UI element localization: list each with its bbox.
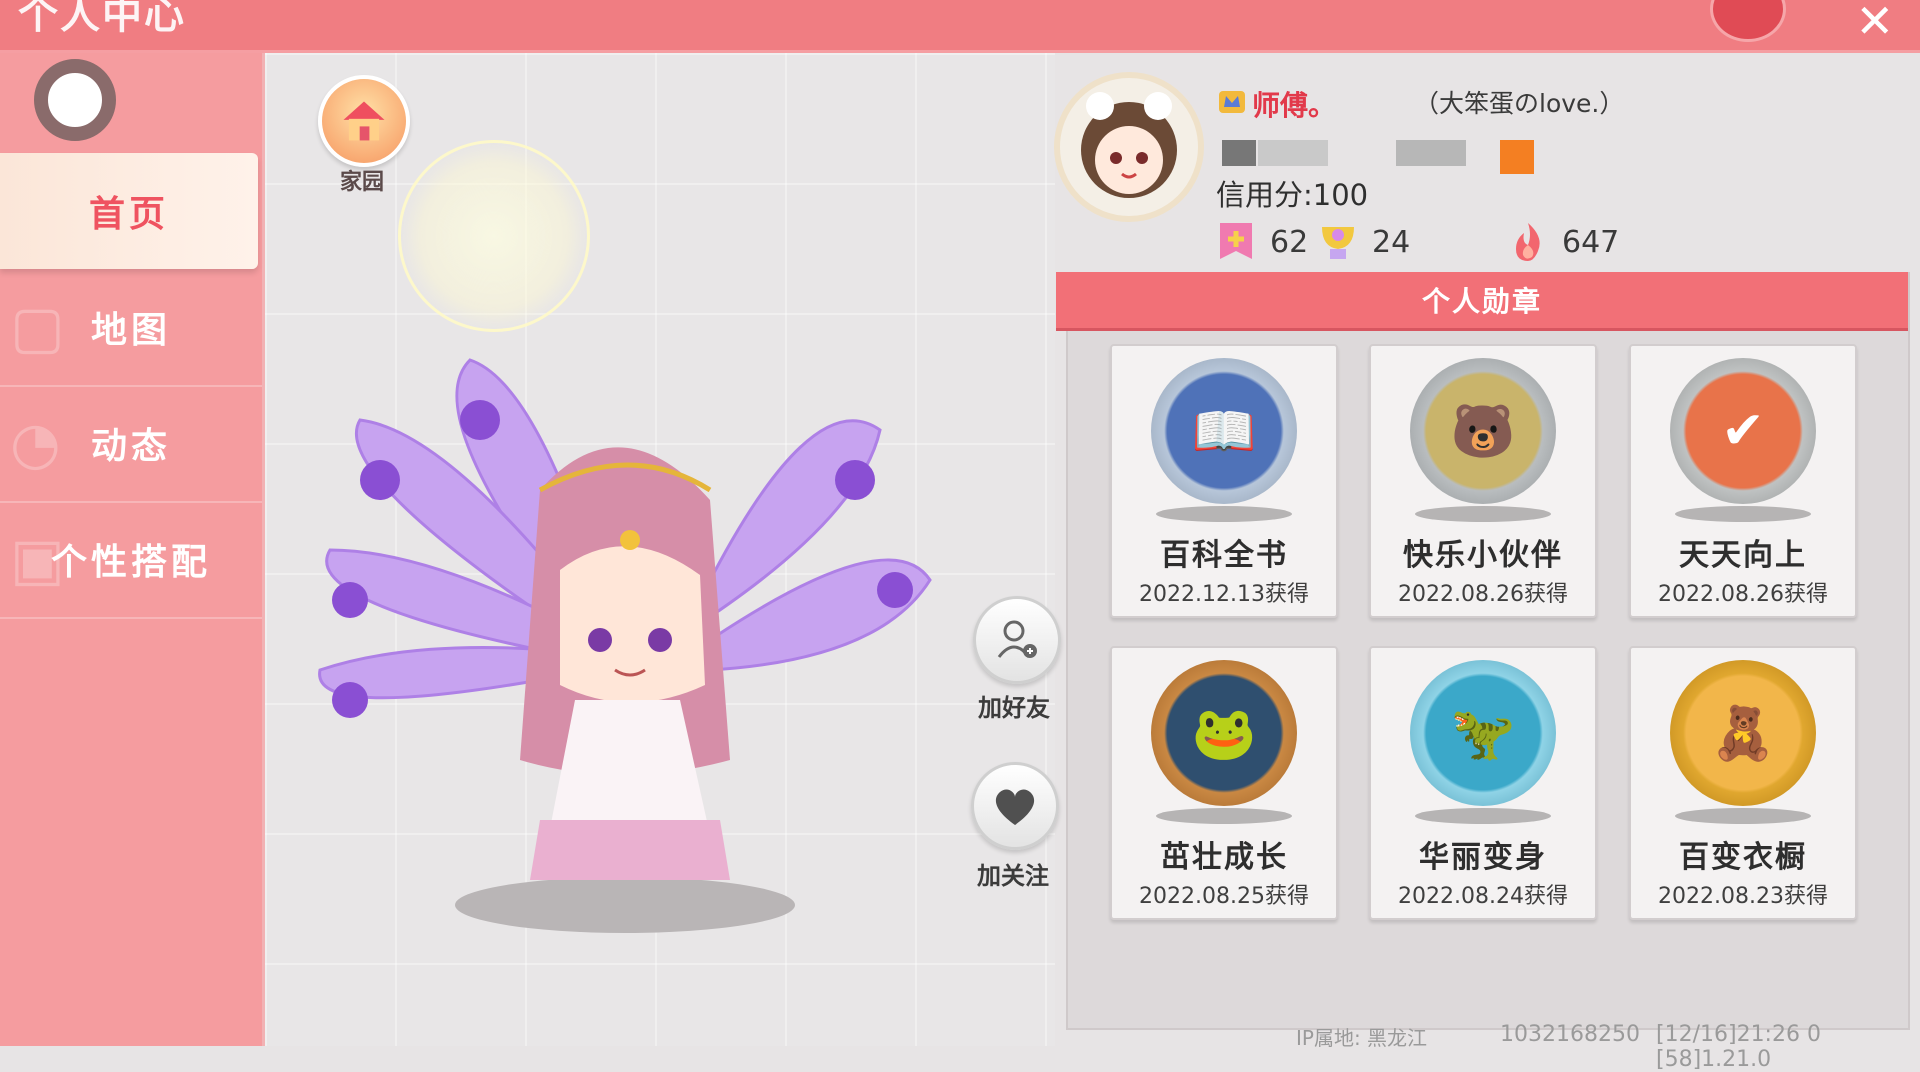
- medal-calendar-icon: ✔: [1670, 358, 1816, 504]
- medal-header: 个人勋章: [1056, 272, 1908, 331]
- heart-icon: [995, 789, 1035, 825]
- add-friend-button[interactable]: [973, 596, 1061, 684]
- sidebar-item-outfit[interactable]: ▣ 个性搭配: [0, 501, 262, 619]
- medal-shadow: [1156, 808, 1292, 824]
- sidebar-item-home[interactable]: 首页: [0, 153, 258, 269]
- medal-shadow: [1415, 808, 1551, 824]
- ip-location: IP属地: 黑龙江: [1296, 1026, 1428, 1050]
- account-button[interactable]: [1710, 0, 1786, 42]
- map-icon: ▢: [10, 293, 69, 361]
- page-title: 个人中心: [18, 0, 186, 38]
- sidebar-item-label: 首页: [88, 194, 169, 235]
- badge-plus-icon: [1220, 223, 1252, 259]
- stat-value: 647: [1562, 224, 1620, 260]
- house-icon: [343, 101, 385, 141]
- character-avatar: [318, 358, 932, 933]
- medal-name: 快乐小伙伴: [1403, 538, 1563, 573]
- medal-dino-icon: 🦖: [1410, 660, 1556, 806]
- medal-shadow: [1156, 506, 1292, 522]
- sidebar-item-label: 地图: [90, 310, 171, 351]
- medal-friends-icon: 🐻: [1410, 358, 1556, 504]
- medal-shadow: [1415, 506, 1551, 522]
- redacted-block: [1396, 140, 1466, 166]
- medal-shadow: [1675, 808, 1811, 824]
- sun-glow: [398, 140, 590, 332]
- medal-date: 2022.08.26获得: [1658, 582, 1828, 607]
- medal-name: 天天向上: [1679, 538, 1807, 573]
- add-user-icon: [997, 620, 1037, 658]
- medal-date: 2022.08.23获得: [1658, 884, 1828, 909]
- sidebar-item-map[interactable]: ▢ 地图: [0, 269, 262, 387]
- stat-trophies: 24: [1318, 220, 1410, 264]
- user-name: 师傅。: [1252, 89, 1337, 122]
- follow-button[interactable]: [971, 762, 1059, 850]
- medal-card[interactable]: 🧸 百变衣橱 2022.08.23获得: [1629, 646, 1857, 920]
- medal-card[interactable]: ✔ 天天向上 2022.08.26获得: [1629, 344, 1857, 618]
- status-square: [1500, 140, 1534, 174]
- medal-encyclopedia-icon: 📖: [1151, 358, 1297, 504]
- stat-badges: 62: [1216, 220, 1308, 264]
- medal-card[interactable]: 🦖 华丽变身 2022.08.24获得: [1369, 646, 1597, 920]
- medal-date: 2022.08.26获得: [1398, 582, 1568, 607]
- medal-date: 2022.08.25获得: [1139, 884, 1309, 909]
- fire-icon: [1516, 223, 1540, 261]
- medal-name: 华丽变身: [1419, 840, 1547, 875]
- home-label: 家园: [339, 170, 384, 195]
- top-bar: 个人中心 ✕: [0, 0, 1920, 53]
- user-id: 1032168250: [1500, 1022, 1640, 1047]
- avatar-face: [1081, 92, 1177, 198]
- sidebar-item-label: 动态: [90, 426, 171, 467]
- user-nickname: （大笨蛋のlove.）: [1414, 89, 1625, 118]
- user-avatar[interactable]: [1054, 72, 1204, 222]
- medal-frog-icon: 🐸: [1151, 660, 1297, 806]
- stat-popularity: 647: [1508, 220, 1619, 264]
- sidebar: 首页 ▢ 地图 ◔ 动态 ▣ 个性搭配: [0, 53, 265, 1046]
- medal-date: 2022.08.24获得: [1398, 884, 1568, 909]
- trophy-icon: [1322, 227, 1354, 259]
- medal-name: 百变衣橱: [1679, 840, 1807, 875]
- medal-card[interactable]: 🐻 快乐小伙伴 2022.08.26获得: [1369, 344, 1597, 618]
- home-button[interactable]: [318, 75, 410, 167]
- sidebar-item-feed[interactable]: ◔ 动态: [0, 385, 262, 503]
- add-friend-label: 加好友: [978, 694, 1050, 722]
- stat-value: 62: [1270, 224, 1309, 260]
- medal-card[interactable]: 📖 百科全书 2022.12.13获得: [1110, 344, 1338, 618]
- close-icon[interactable]: ✕: [1855, 0, 1894, 48]
- shirt-icon: ▣: [10, 525, 69, 593]
- profile-toggle[interactable]: [34, 59, 116, 141]
- medal-card[interactable]: 🐸 茁壮成长 2022.08.25获得: [1110, 646, 1338, 920]
- bell-icon: ◔: [10, 409, 65, 477]
- credit-score: 信用分:100: [1216, 178, 1369, 212]
- follow-label: 加关注: [977, 862, 1049, 890]
- medal-wardrobe-icon: 🧸: [1670, 660, 1816, 806]
- medal-name: 百科全书: [1160, 538, 1288, 573]
- stat-value: 24: [1372, 224, 1411, 260]
- version-info: [12/16]21:26 0 [58]1.21.0: [1656, 1022, 1821, 1072]
- redacted-block: [1258, 140, 1328, 166]
- redacted-block: [1222, 140, 1256, 166]
- medal-name: 茁壮成长: [1160, 840, 1288, 875]
- sidebar-item-label: 个性搭配: [50, 542, 211, 583]
- medal-date: 2022.12.13获得: [1139, 582, 1309, 607]
- medal-shadow: [1675, 506, 1811, 522]
- vip-badge-icon: [1219, 91, 1245, 113]
